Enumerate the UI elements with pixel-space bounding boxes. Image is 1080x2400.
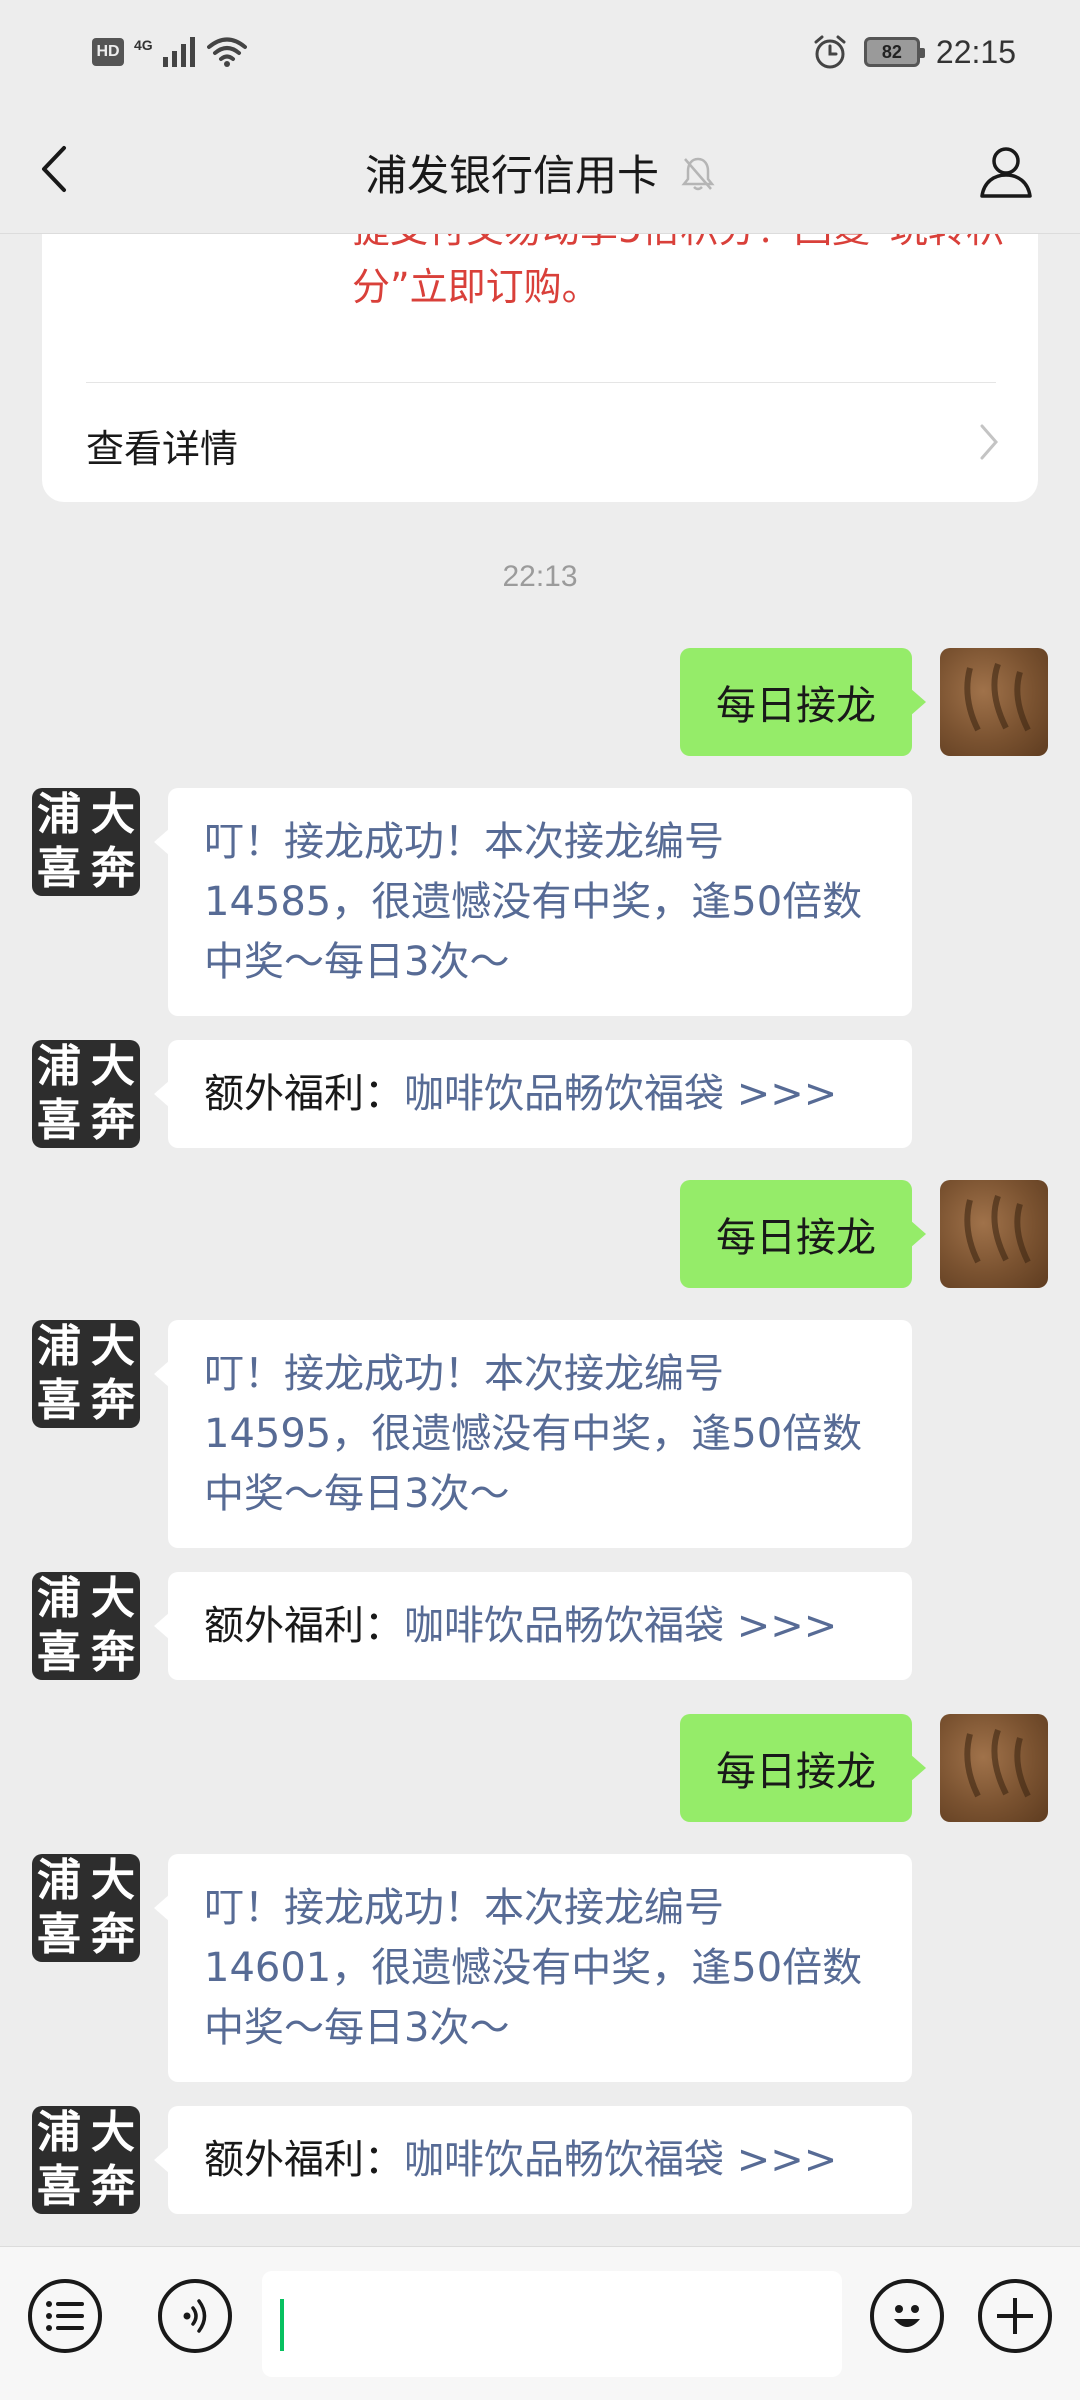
bank-avatar-char: 大 — [91, 1855, 135, 1906]
bank-avatar-char: 浦 — [37, 1855, 81, 1906]
plus-icon[interactable] — [978, 2279, 1052, 2353]
status-bar: HD 4G 82 22:15 — [0, 0, 1080, 104]
bank-avatar-char: 奔 — [91, 1627, 135, 1678]
benefit-label: 额外福利： — [204, 2137, 404, 2183]
bank-avatar[interactable]: 浦 大 喜 奔 — [32, 2106, 140, 2214]
bank-avatar-char: 浦 — [37, 2107, 81, 2158]
network-type: 4G — [134, 37, 153, 53]
bank-avatar-char: 喜 — [37, 1627, 81, 1678]
incoming-message[interactable]: 叮！接龙成功！本次接龙编号14585，很遗憾没有中奖，逢50倍数中奖～每日3次～ — [154, 788, 912, 1016]
bell-muted-icon — [681, 157, 715, 190]
wifi-icon — [206, 37, 247, 67]
benefit-label: 额外福利： — [204, 1603, 404, 1649]
person-icon[interactable] — [978, 144, 1034, 200]
outgoing-message[interactable]: 每日接龙 — [680, 648, 926, 756]
incoming-benefit-message[interactable]: 额外福利： 咖啡饮品畅饮福袋 >>> — [154, 1040, 912, 1148]
input-toolbar — [0, 2246, 1080, 2400]
bank-avatar[interactable]: 浦 大 喜 奔 — [32, 1320, 140, 1428]
alarm-icon — [814, 35, 846, 69]
bank-avatar-char: 浦 — [37, 789, 81, 840]
bank-avatar-char: 喜 — [37, 843, 81, 894]
chat-title-wrap: 浦发银行信用卡 — [0, 142, 1080, 203]
my-avatar[interactable] — [940, 1180, 1048, 1288]
bank-avatar-char: 喜 — [37, 1909, 81, 1960]
signal-icon — [162, 37, 195, 67]
bank-avatar-char: 喜 — [37, 2161, 81, 2212]
voice-icon[interactable] — [158, 2279, 232, 2353]
outgoing-message[interactable]: 每日接龙 — [680, 1714, 926, 1822]
benefit-link[interactable]: 咖啡饮品畅饮福袋 >>> — [404, 2130, 837, 2190]
benefit-link[interactable]: 咖啡饮品畅饮福袋 >>> — [404, 1064, 837, 1124]
bank-avatar-char: 大 — [91, 1321, 135, 1372]
benefit-label: 额外福利： — [204, 1071, 404, 1117]
battery-indicator: 82 — [863, 37, 925, 67]
status-time: 22:15 — [935, 33, 1016, 70]
outgoing-message[interactable]: 每日接龙 — [680, 1180, 926, 1288]
incoming-benefit-message[interactable]: 额外福利： 咖啡饮品畅饮福袋 >>> — [154, 2106, 912, 2214]
status-right: 82 22:15 — [812, 28, 1016, 76]
bank-avatar-char: 大 — [91, 2107, 135, 2158]
bank-avatar-char: 浦 — [37, 1573, 81, 1624]
bank-avatar-char: 喜 — [37, 1375, 81, 1426]
chat-header: 浦发银行信用卡 — [0, 104, 1080, 234]
bank-avatar-char: 奔 — [91, 1095, 135, 1146]
status-left: HD 4G — [92, 30, 247, 74]
bank-avatar[interactable]: 浦 大 喜 奔 — [32, 1040, 140, 1148]
bank-avatar-char: 奔 — [91, 1375, 135, 1426]
message-timestamp: 22:13 — [502, 560, 578, 593]
incoming-message[interactable]: 叮！接龙成功！本次接龙编号14595，很遗憾没有中奖，逢50倍数中奖～每日3次～ — [154, 1320, 912, 1548]
emoji-icon[interactable] — [870, 2279, 944, 2353]
card-divider — [86, 382, 996, 383]
bank-avatar[interactable]: 浦 大 喜 奔 — [32, 1572, 140, 1680]
bank-avatar-char: 奔 — [91, 843, 135, 894]
view-details-link[interactable]: 查看详情 — [86, 418, 238, 473]
bank-avatar-char: 浦 — [37, 1321, 81, 1372]
incoming-benefit-message[interactable]: 额外福利： 咖啡饮品畅饮福袋 >>> — [154, 1572, 912, 1680]
text-caret — [280, 2299, 284, 2351]
bank-avatar-char: 浦 — [37, 1041, 81, 1092]
chevron-right-icon — [980, 424, 998, 460]
bank-avatar-char: 大 — [91, 789, 135, 840]
hd-badge: HD — [92, 38, 124, 66]
bank-avatar-char: 奔 — [91, 2161, 135, 2212]
article-card[interactable]: 捷支付交易动享5倍积分！回复“玩转积分”立即订购。 查看详情 — [42, 200, 1038, 502]
bank-avatar-char: 奔 — [91, 1909, 135, 1960]
bank-avatar-char: 大 — [91, 1573, 135, 1624]
list-menu-icon[interactable] — [28, 2279, 102, 2353]
bank-avatar[interactable]: 浦 大 喜 奔 — [32, 788, 140, 896]
incoming-message[interactable]: 叮！接龙成功！本次接龙编号14601，很遗憾没有中奖，逢50倍数中奖～每日3次～ — [154, 1854, 912, 2082]
message-input[interactable] — [262, 2271, 842, 2377]
bank-avatar[interactable]: 浦 大 喜 奔 — [32, 1854, 140, 1962]
benefit-link[interactable]: 咖啡饮品畅饮福袋 >>> — [404, 1596, 837, 1656]
chat-title: 浦发银行信用卡 — [364, 151, 659, 200]
my-avatar[interactable] — [940, 648, 1048, 756]
bank-avatar-char: 喜 — [37, 1095, 81, 1146]
bank-avatar-char: 大 — [91, 1041, 135, 1092]
my-avatar[interactable] — [940, 1714, 1048, 1822]
